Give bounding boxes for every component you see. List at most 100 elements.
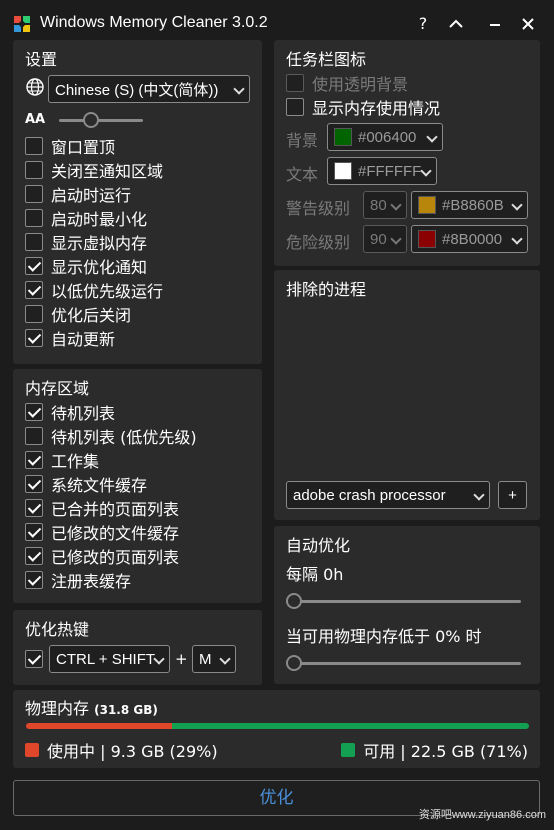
free-label: 可用 | 22.5 GB (71%) [363,742,528,761]
warning-color-select[interactable]: #B8860B [411,191,528,219]
setting-option-row[interactable]: 显示虚拟内存 [25,231,147,253]
setting-option-row[interactable]: 优化后关闭 [25,303,131,325]
memory-area-option-label: 待机列表 (低优先级) [51,428,197,447]
threshold-slider-thumb[interactable] [286,655,302,671]
setting-option-label: 以低优先级运行 [51,282,164,301]
excluded-processes-panel: 排除的进程 adobe crash processor + [274,270,540,520]
show-usage-checkbox[interactable] [286,98,304,116]
close-button[interactable] [514,10,542,38]
memory-used-fill [26,723,172,729]
setting-option-checkbox[interactable] [25,305,43,323]
font-size-slider[interactable] [59,119,143,122]
transparent-bg-checkbox[interactable] [286,74,304,92]
settings-title: 设置 [25,50,58,69]
setting-option-row[interactable]: 以低优先级运行 [25,279,163,301]
app-logo-icon [14,16,30,32]
setting-option-checkbox[interactable] [25,209,43,227]
chevron-up-icon [449,19,463,28]
memory-area-option-checkbox[interactable] [25,475,43,493]
physical-memory-total: (31.8 GB) [94,703,158,717]
chevron-down-icon [511,233,523,245]
text-color-select[interactable]: #FFFFFF [327,157,437,185]
memory-area-option-row[interactable]: 已合并的页面列表 [25,497,179,519]
watermark: 资源吧www.ziyuan86.com [418,809,546,821]
background-color-select[interactable]: #006400 [327,123,443,151]
text-swatch [334,162,352,180]
setting-option-row[interactable]: 自动更新 [25,327,115,349]
setting-option-checkbox[interactable] [25,281,43,299]
memory-area-option-checkbox[interactable] [25,451,43,469]
memory-area-option-row[interactable]: 待机列表 [25,401,115,423]
setting-option-checkbox[interactable] [25,257,43,275]
memory-area-option-label: 已合并的页面列表 [51,500,180,519]
memory-areas-panel: 内存区域 待机列表 待机列表 (低优先级) 工作集 系统文件缓存 已合并的页面列表 已修改… [13,369,262,603]
interval-slider[interactable] [286,600,521,603]
background-swatch [334,128,352,146]
memory-area-option-row[interactable]: 已修改的文件缓存 [25,521,179,543]
excluded-process-select[interactable]: adobe crash processor [286,481,490,509]
setting-option-label: 优化后关闭 [51,306,132,325]
memory-area-option-row[interactable]: 工作集 [25,449,99,471]
collapse-button[interactable] [442,10,470,38]
memory-area-option-checkbox[interactable] [25,571,43,589]
chevron-down-icon [473,489,485,501]
warning-label: 警告级别 [286,199,351,218]
memory-usage-bar [26,723,529,729]
free-legend: 可用 | 22.5 GB (71%) [341,738,528,762]
used-swatch [25,743,39,757]
memory-area-option-checkbox[interactable] [25,427,43,445]
threshold-slider[interactable] [286,662,521,665]
minimize-button[interactable] [481,10,509,38]
setting-option-row[interactable]: 窗口置顶 [25,135,115,157]
setting-option-row[interactable]: 关闭至通知区域 [25,159,163,181]
setting-option-checkbox[interactable] [25,161,43,179]
chevron-down-icon [390,233,402,245]
threshold-label: 当可用物理内存低于 0% 时 [286,627,482,646]
memory-area-option-row[interactable]: 注册表缓存 [25,569,131,591]
memory-area-option-row[interactable]: 已修改的页面列表 [25,545,179,567]
background-color-value: #006400 [358,128,417,146]
auto-optimize-panel: 自动优化 每隔 0h 当可用物理内存低于 0% 时 [274,526,540,684]
help-button[interactable]: ? [409,10,437,38]
setting-option-label: 启动时运行 [51,186,132,205]
hotkey-key-value: M [199,650,212,668]
language-select[interactable]: Chinese (S) (中文(简体)) [48,75,250,103]
add-process-button[interactable]: + [498,481,527,509]
memory-area-option-row[interactable]: 待机列表 (低优先级) [25,425,197,447]
background-label: 背景 [286,131,319,150]
hotkey-modifier-select[interactable]: CTRL + SHIFT [49,645,170,673]
setting-option-checkbox[interactable] [25,233,43,251]
window-title: Windows Memory Cleaner 3.0.2 [40,14,268,31]
setting-option-row[interactable]: 启动时运行 [25,183,131,205]
setting-option-checkbox[interactable] [25,329,43,347]
setting-option-row[interactable]: 显示优化通知 [25,255,147,277]
memory-area-option-row[interactable]: 系统文件缓存 [25,473,147,495]
used-label: 使用中 | 9.3 GB (29%) [47,742,218,761]
memory-area-option-label: 已修改的页面列表 [51,548,180,567]
interval-slider-thumb[interactable] [286,593,302,609]
transparent-bg-row[interactable]: 使用透明背景 [286,72,408,94]
font-size-slider-thumb[interactable] [82,112,99,128]
show-usage-label: 显示内存使用情况 [312,99,441,118]
hotkey-title: 优化热键 [25,620,90,639]
memory-area-option-checkbox[interactable] [25,547,43,565]
danger-color-value: #8B0000 [442,230,503,248]
minimize-icon [490,24,500,26]
globe-icon [26,78,44,96]
memory-area-option-checkbox[interactable] [25,403,43,421]
memory-area-option-checkbox[interactable] [25,523,43,541]
close-icon [522,18,534,30]
auto-optimize-title: 自动优化 [286,536,351,555]
danger-color-select[interactable]: #8B0000 [411,225,528,253]
hotkey-key-select[interactable]: M [192,645,236,673]
setting-option-checkbox[interactable] [25,137,43,155]
setting-option-label: 显示虚拟内存 [51,234,148,253]
font-size-icon: AA [25,112,46,127]
warning-level-select[interactable]: 80 [363,191,407,219]
setting-option-row[interactable]: 启动时最小化 [25,207,147,229]
memory-area-option-checkbox[interactable] [25,499,43,517]
setting-option-checkbox[interactable] [25,185,43,203]
danger-level-select[interactable]: 90 [363,225,407,253]
show-usage-row[interactable]: 显示内存使用情况 [286,96,440,118]
hotkey-enabled-checkbox[interactable] [25,650,43,668]
